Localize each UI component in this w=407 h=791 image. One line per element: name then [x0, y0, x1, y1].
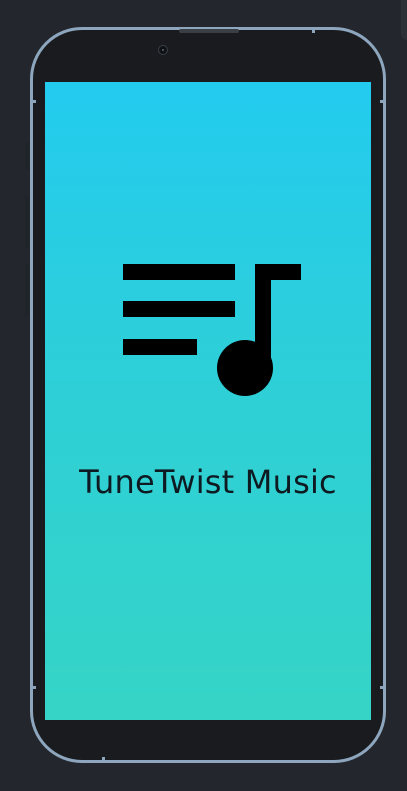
frame-antenna-line — [30, 686, 36, 689]
app-title: TuneTwist Music — [79, 463, 337, 501]
device-mockup-stage: TuneTwist Music — [0, 0, 407, 791]
frame-antenna-line — [30, 100, 36, 103]
background-edge — [401, 0, 407, 40]
mute-switch — [25, 142, 29, 170]
frame-antenna-line — [380, 686, 386, 689]
speaker-grille — [179, 29, 239, 33]
frame-antenna-line — [380, 100, 386, 103]
front-camera — [158, 45, 168, 55]
volume-down-button — [25, 264, 29, 316]
volume-up-button — [25, 196, 29, 248]
music-playlist-icon — [123, 264, 301, 396]
frame-antenna-line — [312, 27, 315, 33]
splash-screen: TuneTwist Music — [45, 82, 371, 720]
frame-antenna-line — [102, 757, 105, 763]
